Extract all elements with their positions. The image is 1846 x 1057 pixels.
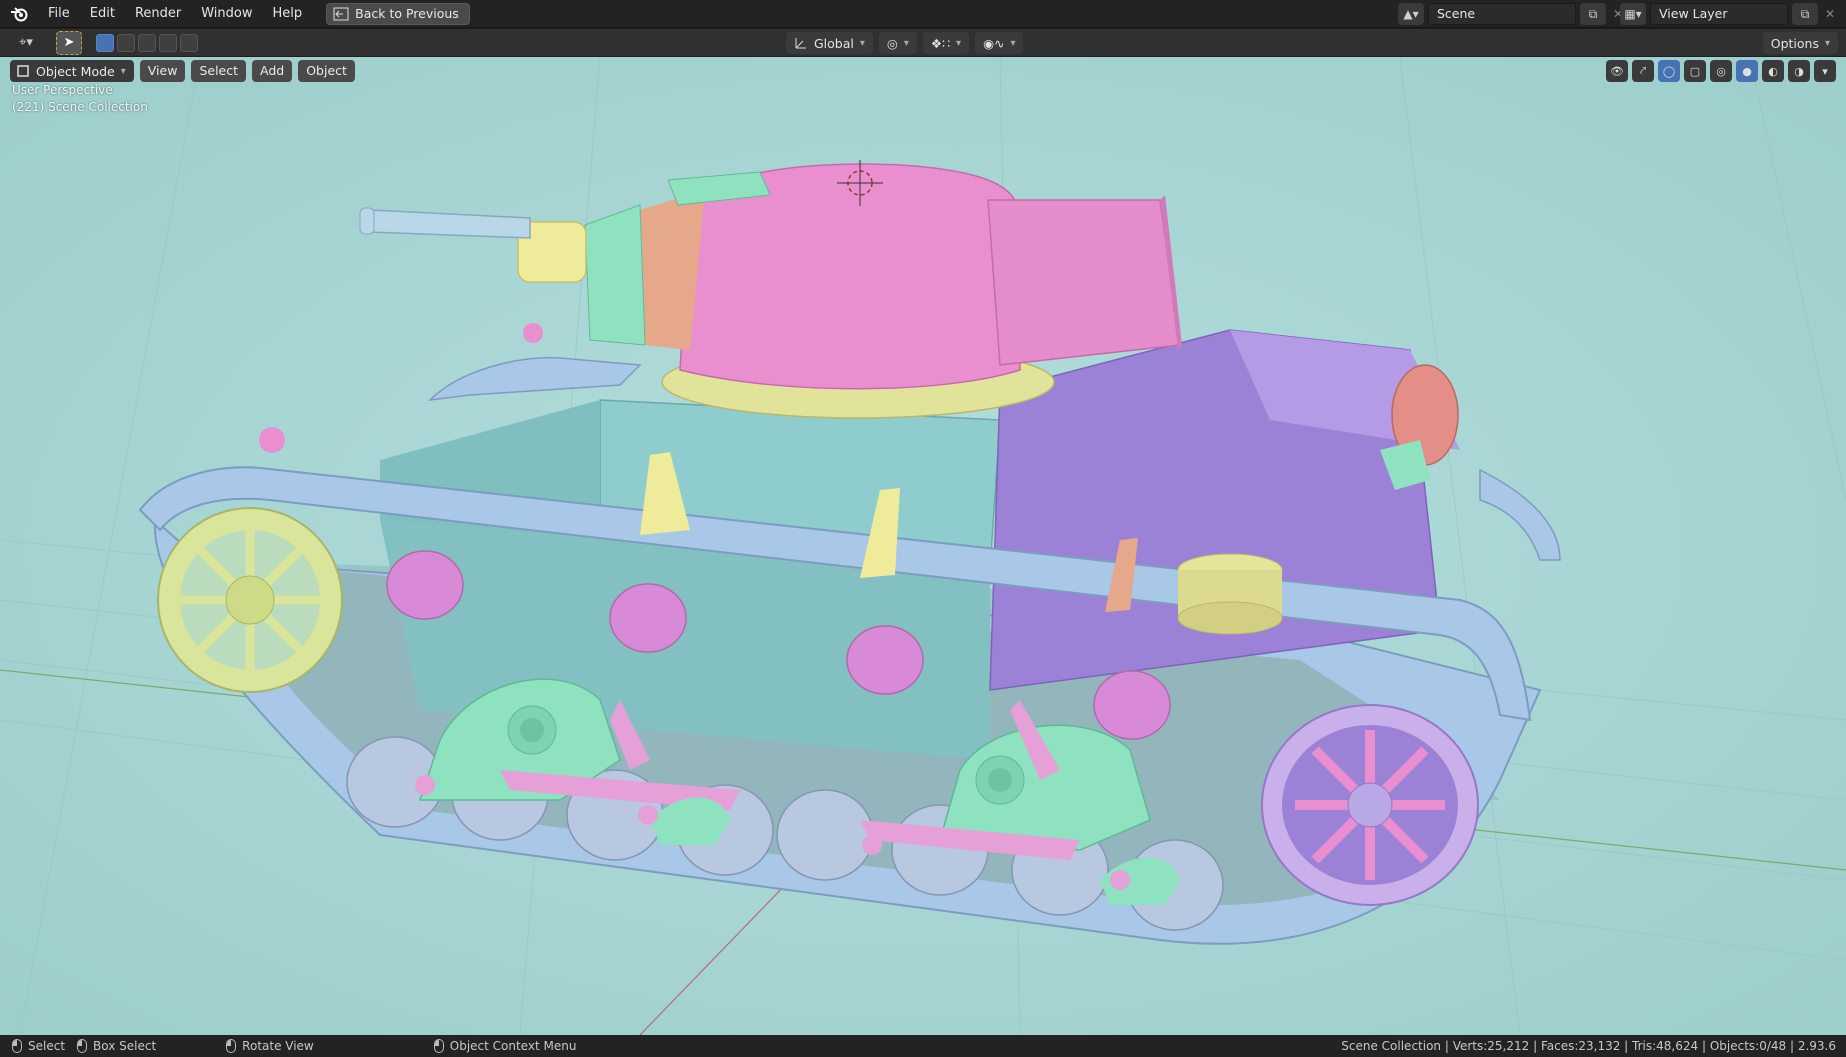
status-rotate-view: Rotate View xyxy=(226,1039,314,1053)
viewport-shading-controls: 👁 ⤤ ◯ ▢ ◎ ● ◐ ◑ ▾ xyxy=(1606,60,1836,82)
view-menu[interactable]: View xyxy=(139,60,186,82)
select-menu[interactable]: Select xyxy=(191,60,247,82)
3d-viewport[interactable]: Object Mode ▾ View Select Add Object Use… xyxy=(0,57,1846,1035)
xray-icon[interactable]: ▢ xyxy=(1684,60,1706,82)
back-to-previous-button[interactable]: Back to Previous xyxy=(326,2,470,25)
proportional-edit-icon[interactable]: ◉∿ ▾ xyxy=(975,32,1024,54)
top-menu-bar: File Edit Render Window Help Back to Pre… xyxy=(0,0,1846,28)
transform-tools: Global ▾ ◎ ▾ ❖∷ ▾ ◉∿ ▾ xyxy=(786,32,1024,54)
mouse-drag-icon xyxy=(77,1039,88,1053)
status-bar: Select Box Select Rotate View Object Con… xyxy=(0,1035,1846,1057)
chevron-down-icon: ▾ xyxy=(859,37,865,49)
menu-window[interactable]: Window xyxy=(191,0,262,28)
transform-orientation-icon xyxy=(795,38,806,49)
selection-mode-group xyxy=(96,33,198,52)
scene-name-field[interactable]: Scene xyxy=(1428,3,1576,25)
options-dropdown[interactable]: Options ▾ xyxy=(1762,32,1838,54)
scene-icon[interactable]: ▲▾ xyxy=(1398,3,1424,25)
viewport-header: Object Mode ▾ View Select Add Object xyxy=(10,60,355,82)
mouse-middle-icon xyxy=(226,1039,237,1053)
perspective-label: User Perspective xyxy=(12,83,113,97)
scene-selector: ▲▾ Scene ⧉ ✕ xyxy=(1398,3,1626,25)
selection-mode-extend[interactable] xyxy=(117,33,135,52)
selection-mode-new[interactable] xyxy=(96,33,114,52)
visibility-icon[interactable]: 👁 xyxy=(1606,60,1628,82)
menu-file[interactable]: File xyxy=(38,0,80,28)
new-view-layer-icon[interactable]: ⧉ xyxy=(1792,3,1818,25)
menu-render[interactable]: Render xyxy=(125,0,191,28)
overlay-icon[interactable]: ◯ xyxy=(1658,60,1680,82)
mouse-right-icon xyxy=(433,1039,444,1053)
wireframe-shading-icon[interactable]: ◎ xyxy=(1710,60,1732,82)
object-mode-icon xyxy=(17,65,29,77)
view-layer-name-field[interactable]: View Layer xyxy=(1650,3,1788,25)
selection-mode-invert[interactable] xyxy=(159,33,177,52)
shading-options-icon[interactable]: ▾ xyxy=(1814,60,1836,82)
snap-icon[interactable]: ❖∷ ▾ xyxy=(922,32,970,54)
status-context-menu: Object Context Menu xyxy=(433,1039,577,1053)
options-label: Options xyxy=(1770,35,1819,51)
pivot-point-dropdown[interactable]: ◎ ▾ xyxy=(878,32,917,54)
interaction-mode-label: Object Mode xyxy=(36,63,115,79)
material-shading-icon[interactable]: ◐ xyxy=(1762,60,1784,82)
back-icon xyxy=(333,7,349,20)
transform-orientation-dropdown[interactable]: Global ▾ xyxy=(786,32,873,54)
back-to-previous-label: Back to Previous xyxy=(355,6,459,21)
gizmo-icon[interactable]: ⤤ xyxy=(1632,60,1654,82)
new-scene-icon[interactable]: ⧉ xyxy=(1580,3,1606,25)
status-box-select: Box Select xyxy=(77,1039,156,1053)
remove-view-layer-icon[interactable]: ✕ xyxy=(1822,7,1838,21)
add-menu[interactable]: Add xyxy=(252,60,293,82)
view-layer-icon[interactable]: ▦▾ xyxy=(1620,3,1646,25)
editor-type-icon[interactable]: ⌖▾ xyxy=(8,32,44,54)
menu-edit[interactable]: Edit xyxy=(80,0,125,28)
chevron-down-icon: ▾ xyxy=(1824,37,1830,49)
tank-model-render xyxy=(0,57,1846,1035)
chevron-down-icon: ▾ xyxy=(120,65,126,77)
status-context-menu-label: Object Context Menu xyxy=(449,1039,577,1053)
rendered-shading-icon[interactable]: ◑ xyxy=(1788,60,1810,82)
scene-statistics: Scene Collection | Verts:25,212 | Faces:… xyxy=(1341,1039,1836,1053)
status-select: Select xyxy=(12,1039,65,1053)
selection-mode-subtract[interactable] xyxy=(138,33,156,52)
interaction-mode-dropdown[interactable]: Object Mode ▾ xyxy=(10,60,134,82)
collection-label: (221) Scene Collection xyxy=(12,100,148,114)
blender-logo-icon[interactable] xyxy=(0,0,38,28)
menu-help[interactable]: Help xyxy=(263,0,313,28)
object-menu[interactable]: Object xyxy=(298,60,355,82)
status-select-label: Select xyxy=(28,1039,66,1053)
transform-orientation-label: Global xyxy=(814,35,854,51)
mouse-left-icon xyxy=(12,1039,22,1053)
status-rotate-view-label: Rotate View xyxy=(242,1039,314,1053)
solid-shading-icon[interactable]: ● xyxy=(1736,60,1758,82)
selection-mode-intersect[interactable] xyxy=(180,33,198,52)
tool-header: ⌖▾ ➤ Global ▾ ◎ ▾ ❖∷ ▾ ◉∿ ▾ Options ▾ xyxy=(0,29,1846,57)
status-box-select-label: Box Select xyxy=(93,1039,157,1053)
view-layer-selector: ▦▾ View Layer ⧉ ✕ xyxy=(1620,3,1838,25)
select-box-tool-icon[interactable]: ➤ xyxy=(56,30,82,55)
